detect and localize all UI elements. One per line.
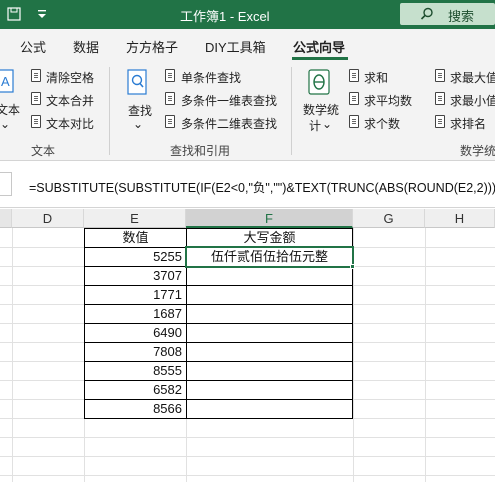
search-label: 搜索 bbox=[448, 9, 475, 24]
single-lookup-button[interactable]: 单条件查找 bbox=[181, 69, 241, 86]
min-button[interactable]: 求最小值 bbox=[450, 92, 495, 109]
document-icon bbox=[31, 69, 41, 82]
document-icon bbox=[165, 92, 175, 105]
document-icon bbox=[165, 69, 175, 82]
document-icon bbox=[435, 92, 445, 105]
document-icon bbox=[349, 69, 359, 82]
max-button[interactable]: 求最大值 bbox=[450, 69, 495, 86]
document-icon bbox=[31, 92, 41, 105]
svg-text:A: A bbox=[1, 74, 10, 89]
formula-input[interactable]: =SUBSTITUTE(SUBSTITUTE(IF(E2<0,"负","")&T… bbox=[29, 177, 495, 196]
text-function-button[interactable]: 文本 bbox=[0, 101, 20, 118]
sum-button[interactable]: 求和 bbox=[364, 69, 388, 86]
table-header-value[interactable]: 数值 bbox=[85, 229, 186, 248]
document-icon bbox=[435, 115, 445, 128]
excel-window: 工作簿1 - Excel 搜索 公式 数据 方方格子 DIY工具箱 公式向导 A… bbox=[0, 0, 495, 482]
group-separator bbox=[109, 67, 110, 155]
tab-diy-tools[interactable]: DIY工具箱 bbox=[205, 37, 266, 56]
lookup-group-label: 查找和引用 bbox=[170, 144, 231, 158]
table-cell-value[interactable]: 1771 bbox=[85, 286, 186, 305]
text-merge-button[interactable]: 文本合并 bbox=[46, 92, 94, 109]
column-header-e[interactable]: E bbox=[84, 209, 186, 228]
table-cell-value[interactable]: 6490 bbox=[85, 324, 186, 343]
customize-toolbar-icon[interactable] bbox=[35, 7, 49, 21]
column-header-h[interactable]: H bbox=[425, 209, 495, 228]
text-function-icon: A bbox=[0, 69, 14, 93]
multi-2d-lookup-button[interactable]: 多条件二维表查找 bbox=[181, 115, 277, 132]
active-cell-selection bbox=[185, 246, 354, 268]
multi-1d-lookup-button[interactable]: 多条件一维表查找 bbox=[181, 92, 277, 109]
math-stats-button[interactable]: 数学统 bbox=[303, 101, 339, 118]
chevron-down-icon: ⌄ bbox=[133, 117, 144, 131]
title-bar: 工作簿1 - Excel 搜索 bbox=[0, 0, 495, 29]
table-cell-value[interactable]: 7808 bbox=[85, 343, 186, 362]
math-stats-button-line2: 计 bbox=[309, 119, 322, 133]
document-icon bbox=[349, 92, 359, 105]
formula-bar: =SUBSTITUTE(SUBSTITUTE(IF(E2<0,"负","")&T… bbox=[0, 162, 495, 208]
fill-handle[interactable] bbox=[350, 264, 355, 269]
table-cell-value[interactable]: 5255 bbox=[85, 248, 186, 267]
column-header-g[interactable]: G bbox=[353, 209, 425, 228]
ribbon-tabs: 公式 数据 方方格子 DIY工具箱 公式向导 bbox=[0, 29, 495, 61]
table-cell-value[interactable]: 6582 bbox=[85, 381, 186, 400]
chevron-down-icon: ⌄ bbox=[0, 117, 11, 131]
document-icon bbox=[31, 115, 41, 128]
active-tab-indicator bbox=[292, 57, 348, 60]
search-icon bbox=[420, 7, 433, 20]
table-cell-value[interactable]: 8555 bbox=[85, 362, 186, 381]
lookup-icon bbox=[127, 69, 147, 95]
name-box[interactable] bbox=[0, 172, 12, 196]
ribbon-panel: A 文本 ⌄ 清除空格 文本合并 文本对比 文本 查找 ⌄ 单条件查找 多条件一… bbox=[0, 61, 495, 161]
clear-spaces-button[interactable]: 清除空格 bbox=[46, 69, 94, 86]
average-button[interactable]: 求平均数 bbox=[364, 92, 412, 109]
column-header-d[interactable]: D bbox=[12, 209, 84, 228]
table-cell-value[interactable]: 1687 bbox=[85, 305, 186, 324]
tab-fangfang[interactable]: 方方格子 bbox=[126, 37, 178, 56]
table-cell-value[interactable]: 3707 bbox=[85, 267, 186, 286]
rank-button[interactable]: 求排名 bbox=[450, 115, 486, 132]
tab-formulas[interactable]: 公式 bbox=[20, 37, 46, 56]
window-title: 工作簿1 - Excel bbox=[180, 9, 270, 24]
table-cell-value[interactable]: 8566 bbox=[85, 400, 186, 419]
count-button[interactable]: 求个数 bbox=[364, 115, 400, 132]
text-group-label: 文本 bbox=[31, 144, 56, 158]
worksheet-grid[interactable]: 数值 大写金额 5255 3707 1771 1687 6490 7808 85… bbox=[0, 228, 495, 482]
save-icon[interactable] bbox=[7, 7, 21, 21]
search-box[interactable]: 搜索 bbox=[400, 3, 495, 25]
text-compare-button[interactable]: 文本对比 bbox=[46, 115, 94, 132]
column-header-f[interactable]: F bbox=[186, 209, 353, 228]
tab-formula-wizard[interactable]: 公式向导 bbox=[293, 37, 345, 56]
select-all-corner[interactable] bbox=[0, 209, 12, 228]
document-icon bbox=[349, 115, 359, 128]
document-icon bbox=[165, 115, 175, 128]
document-icon bbox=[435, 69, 445, 82]
chevron-down-icon: ⌄ bbox=[322, 117, 333, 131]
math-group-label: 数学统 bbox=[460, 144, 495, 158]
math-stats-icon bbox=[308, 69, 330, 95]
group-separator bbox=[291, 67, 292, 155]
tab-data[interactable]: 数据 bbox=[73, 37, 99, 56]
